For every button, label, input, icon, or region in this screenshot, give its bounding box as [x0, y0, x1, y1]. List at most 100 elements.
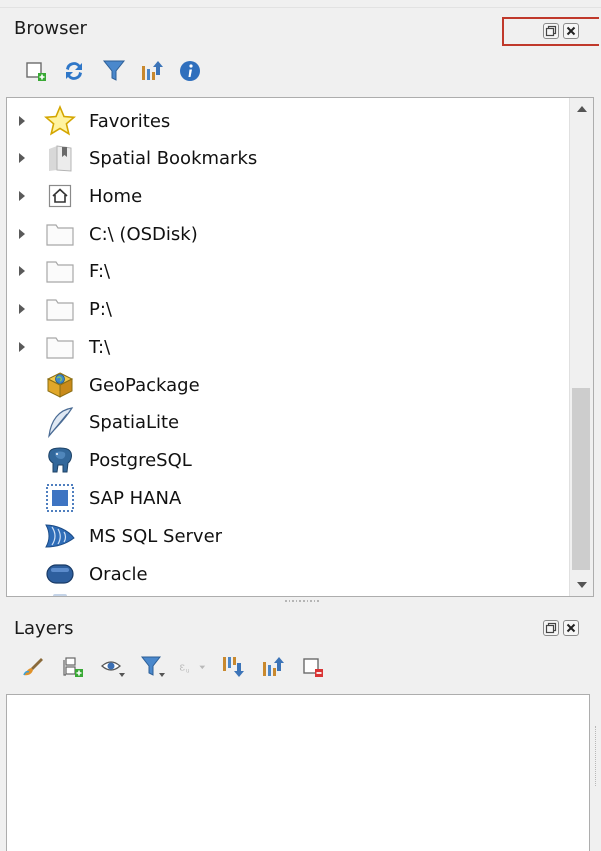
- tree-item-label: MS SQL Server: [89, 525, 223, 547]
- caret-down-icon: [576, 582, 587, 588]
- tree-item-favorites[interactable]: Favorites: [7, 103, 567, 139]
- tree-item-sap-hana[interactable]: SAP HANA: [7, 480, 567, 516]
- tree-item-label: P:\: [89, 298, 112, 320]
- tree-item-label: Spatial Bookmarks: [89, 147, 258, 169]
- tree-item-label: Oracle: [89, 563, 148, 585]
- caret-up-icon: [576, 106, 587, 112]
- oracle-icon: [46, 564, 74, 584]
- geopackage-icon: [46, 372, 74, 398]
- close-panel-button[interactable]: [563, 23, 579, 39]
- expand-arrow-icon[interactable]: [19, 229, 25, 239]
- resize-grip[interactable]: [595, 726, 598, 786]
- expand-arrow-icon[interactable]: [19, 304, 25, 314]
- expand-arrow-icon[interactable]: [19, 153, 25, 163]
- close-icon: [566, 623, 576, 633]
- manage-visibility-button[interactable]: [98, 652, 128, 682]
- tree-item-p-drive[interactable]: P:\: [7, 291, 567, 327]
- svg-text:ε: ε: [179, 661, 185, 674]
- float-icon: [545, 622, 557, 634]
- tree-item-t-drive[interactable]: T:\: [7, 329, 567, 365]
- float-icon: [545, 25, 557, 37]
- home-icon: [48, 184, 72, 208]
- close-panel-button[interactable]: [563, 620, 579, 636]
- tree-item-oracle[interactable]: Oracle: [7, 556, 567, 592]
- refresh-icon: [66, 62, 82, 80]
- open-layer-styling-icon: [23, 658, 43, 676]
- top-edge: [0, 0, 601, 8]
- expand-all-button[interactable]: [218, 652, 248, 682]
- info-icon: [180, 61, 200, 81]
- panel-splitter[interactable]: [285, 600, 319, 604]
- star-icon: [44, 105, 76, 136]
- float-panel-button[interactable]: [543, 620, 559, 636]
- hana-icon: [46, 484, 74, 512]
- browser-dock-buttons: [543, 23, 579, 39]
- collapse-all-icon: [263, 657, 284, 676]
- tree-item-label: SAP HANA: [89, 487, 182, 509]
- add-group-icon: [63, 657, 83, 677]
- expand-all-icon: [223, 657, 244, 677]
- layers-panel-title: Layers: [14, 618, 74, 639]
- filter-button[interactable]: [99, 56, 129, 86]
- expand-arrow-icon[interactable]: [19, 116, 25, 126]
- properties-button[interactable]: [175, 56, 205, 86]
- tree-item-home[interactable]: Home: [7, 178, 567, 214]
- tree-item-label: F:\: [89, 260, 111, 282]
- expand-arrow-icon[interactable]: [19, 266, 25, 276]
- scroll-up-button[interactable]: [570, 98, 593, 120]
- scroll-thumb[interactable]: [572, 388, 590, 570]
- expand-arrow-icon[interactable]: [19, 342, 25, 352]
- add-selected-layers-button[interactable]: [21, 56, 51, 86]
- refresh-button[interactable]: [59, 56, 89, 86]
- folder-icon: [46, 299, 74, 321]
- feather-icon: [48, 407, 74, 438]
- mssql-icon: [45, 524, 75, 548]
- collapse-all-button[interactable]: [137, 56, 167, 86]
- collapse-all-icon: [142, 61, 163, 80]
- filter-expression-button[interactable]: εu: [178, 652, 208, 682]
- tree-item-partial: [7, 592, 567, 596]
- remove-layer-icon: [303, 658, 323, 677]
- float-panel-button[interactable]: [543, 23, 559, 39]
- tree-item-geopackage[interactable]: GeoPackage: [7, 367, 567, 403]
- tree-item-spatialite[interactable]: SpatiaLite: [7, 404, 567, 440]
- filter-legend-icon: [140, 656, 165, 677]
- filter-legend-button[interactable]: [138, 652, 168, 682]
- tree-item-f-drive[interactable]: F:\: [7, 253, 567, 289]
- tree-item-ms-sql-server[interactable]: MS SQL Server: [7, 518, 567, 554]
- add-group-button[interactable]: [58, 652, 88, 682]
- collapse-all-button[interactable]: [258, 652, 288, 682]
- remove-layer-button[interactable]: [298, 652, 328, 682]
- layers-dock-buttons: [543, 620, 579, 636]
- tree-item-label: Favorites: [89, 110, 171, 132]
- tree-item-c-drive[interactable]: C:\ (OSDisk): [7, 216, 567, 252]
- tree-item-label: SpatiaLite: [89, 411, 180, 433]
- expand-arrow-icon[interactable]: [19, 191, 25, 201]
- filter-expression-icon: εu: [179, 661, 206, 675]
- manage-visibility-icon: [101, 661, 125, 677]
- filter-icon: [102, 60, 126, 81]
- folder-icon: [46, 224, 74, 246]
- elephant-icon: [48, 447, 72, 473]
- tree-item-label: Home: [89, 185, 143, 207]
- browser-toolbar: [21, 56, 217, 86]
- close-icon: [566, 26, 576, 36]
- tree-item-spatial-bookmarks[interactable]: Spatial Bookmarks: [7, 140, 567, 176]
- tree-scrollbar[interactable]: [569, 98, 593, 596]
- browser-tree[interactable]: Favorites Spatial Bookmarks Home C:\ (OS…: [6, 97, 594, 597]
- layers-tree[interactable]: [6, 694, 590, 851]
- partial-icon: [53, 594, 67, 596]
- tree-item-label: PostgreSQL: [89, 449, 192, 471]
- open-layer-styling-button[interactable]: [18, 652, 48, 682]
- tree-item-label: GeoPackage: [89, 374, 200, 396]
- layers-toolbar: εu: [18, 652, 338, 682]
- svg-text:u: u: [186, 669, 190, 675]
- tree-item-postgresql[interactable]: PostgreSQL: [7, 442, 567, 478]
- bookmark-icon: [49, 145, 72, 172]
- folder-icon: [46, 337, 74, 359]
- tree-item-label: T:\: [89, 336, 111, 358]
- folder-icon: [46, 261, 74, 283]
- tree-item-label: C:\ (OSDisk): [89, 223, 198, 245]
- add-selected-layers-icon: [26, 62, 46, 81]
- scroll-down-button[interactable]: [570, 574, 593, 596]
